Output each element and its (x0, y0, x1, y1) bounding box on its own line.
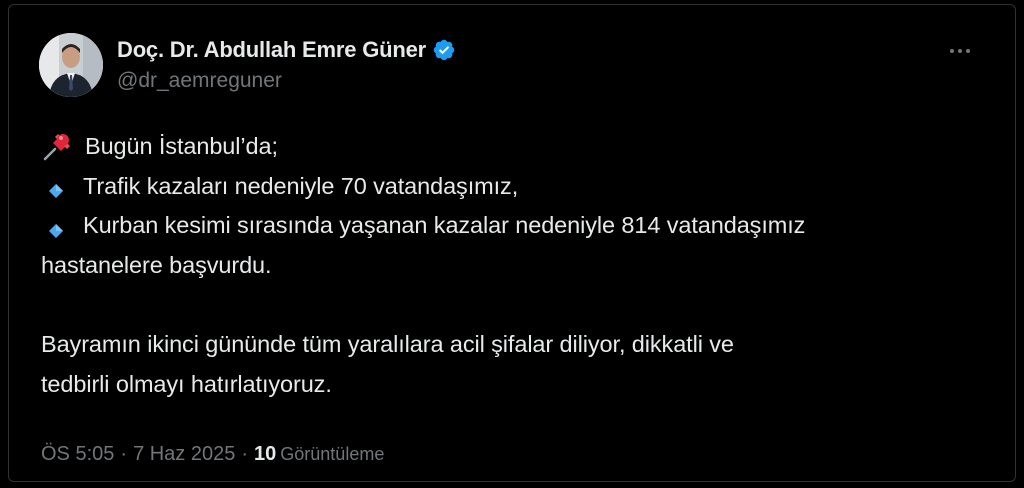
tweet-line: Trafik kazaları nedeniyle 70 vatandaşımı… (41, 167, 1001, 207)
tweet-line: tedbirli olmayı hatırlatıyoruz. (41, 365, 1001, 405)
avatar[interactable] (39, 33, 103, 97)
tweet-time[interactable]: ÖS 5:05 (41, 443, 114, 465)
tweet-meta: ÖS 5:05 · 7 Haz 2025 · 10 Görüntüleme (41, 443, 384, 466)
tweet-card: Doç. Dr. Abdullah Emre Güner @dr_aemregu… (8, 4, 1016, 482)
tweet-line: Kurban kesimi sırasında yaşanan kazalar … (41, 206, 1001, 246)
tweet-header: Doç. Dr. Abdullah Emre Güner @dr_aemregu… (33, 31, 991, 103)
meta-separator: · (241, 443, 249, 465)
tweet-line-text: Trafik kazaları nedeniyle 70 vatandaşımı… (83, 172, 519, 199)
more-options-button[interactable] (943, 37, 977, 65)
tweet-line-text: hastanelere başvurdu. (41, 251, 272, 278)
tweet-line-text: Bugün İstanbul’da; (85, 133, 278, 159)
author-handle[interactable]: @dr_aemreguner (117, 69, 456, 93)
tweet-line-text: tedbirli olmayı hatırlatıyoruz. (41, 370, 332, 397)
author-info: Doç. Dr. Abdullah Emre Güner @dr_aemregu… (117, 35, 456, 93)
meta-separator: · (120, 443, 128, 465)
verified-badge-icon[interactable] (432, 38, 456, 62)
tweet-line: Bayramın ikinci gününde tüm yaralılara a… (41, 325, 1001, 365)
tweet-line-text: Kurban kesimi sırasında yaşanan kazalar … (83, 212, 806, 238)
small-blue-diamond-icon (41, 174, 71, 199)
tweet-line: Bugün İstanbul’da; (41, 127, 1001, 167)
tweet-line: hastanelere başvurdu. (41, 246, 1001, 286)
tweet-date[interactable]: 7 Haz 2025 (133, 443, 235, 465)
more-options-icon (950, 49, 954, 53)
tweet-text: Bugün İstanbul’da; Trafik kazaları neden… (41, 127, 1001, 404)
more-options-dot (958, 49, 962, 53)
pushpin-icon (41, 129, 75, 163)
display-name[interactable]: Doç. Dr. Abdullah Emre Güner (117, 37, 426, 63)
more-options-dot (966, 49, 970, 53)
views-label: Görüntüleme (280, 444, 385, 464)
small-blue-diamond-icon (41, 214, 71, 238)
views-count: 10 (254, 443, 277, 465)
avatar-photo (39, 33, 103, 97)
display-name-row: Doç. Dr. Abdullah Emre Güner (117, 35, 456, 65)
tweet-line-text: Bayramın ikinci gününde tüm yaralılara a… (41, 331, 734, 357)
